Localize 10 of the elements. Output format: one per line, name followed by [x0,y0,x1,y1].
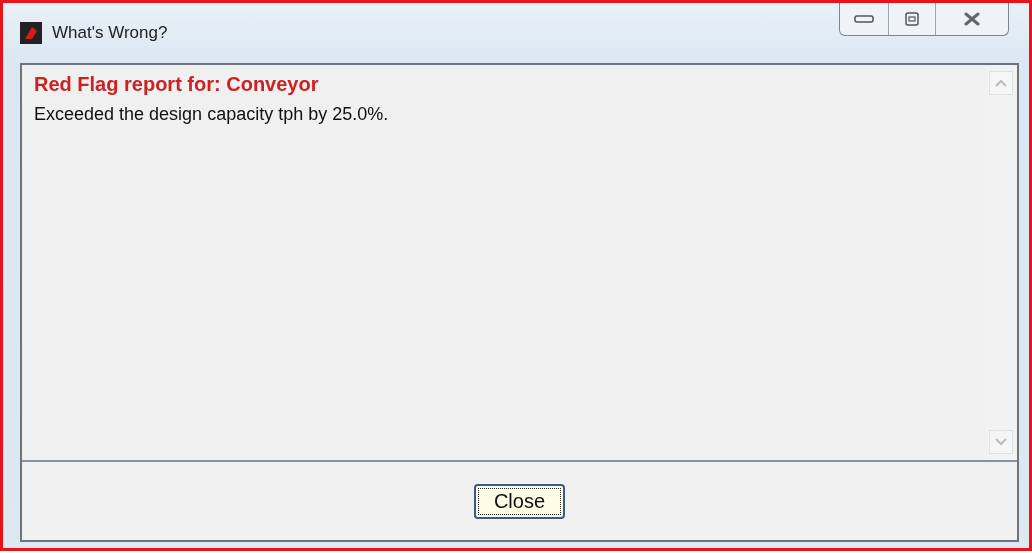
window-title: What's Wrong? [52,23,168,43]
close-icon [964,12,980,26]
report-message: Exceeded the design capacity tph by 25.0%. [34,104,390,125]
up-chevron-icon [995,79,1007,87]
close-dialog-button[interactable]: Close [473,483,566,519]
down-chevron-icon [995,438,1007,446]
maximize-icon [905,12,919,26]
minimize-icon [854,15,874,23]
report-heading: Red Flag report for: Conveyor [34,73,320,96]
app-icon [20,22,42,44]
